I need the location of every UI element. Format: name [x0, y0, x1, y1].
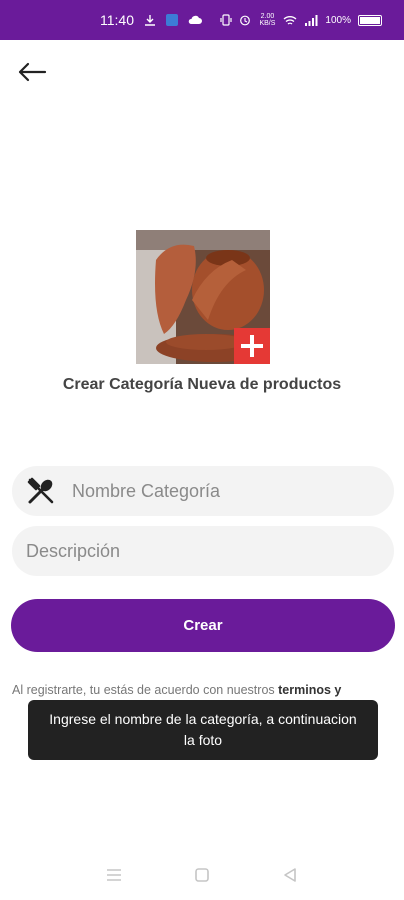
- add-image-button[interactable]: [234, 328, 270, 364]
- back-nav-button[interactable]: [275, 860, 305, 890]
- download-icon: [144, 14, 156, 26]
- category-image[interactable]: [136, 230, 270, 364]
- toast-message: Ingrese el nombre de la categoría, a con…: [28, 700, 378, 760]
- menu-button[interactable]: [99, 860, 129, 890]
- vibrate-icon: [220, 14, 233, 26]
- terms-prefix: Al registrarte, tu estás de acuerdo con …: [12, 683, 279, 697]
- home-button[interactable]: [187, 860, 217, 890]
- cloud-icon: [188, 15, 202, 25]
- status-left: 11:40: [100, 12, 202, 28]
- create-button[interactable]: Crear: [11, 599, 395, 652]
- category-name-field[interactable]: [12, 465, 394, 517]
- alarm-icon: [239, 14, 251, 26]
- description-field[interactable]: [12, 525, 394, 577]
- terms-link[interactable]: terminos y: [278, 683, 341, 697]
- app-notification-icon: [166, 14, 178, 26]
- plus-icon: [241, 335, 263, 357]
- battery-percent: 100%: [325, 14, 351, 26]
- wifi-icon: [283, 15, 297, 26]
- back-button[interactable]: [14, 56, 50, 88]
- page-title: Crear Categoría Nueva de productos: [62, 376, 342, 393]
- terms-text: Al registrarte, tu estás de acuerdo con …: [12, 683, 402, 697]
- menu-icon: [107, 869, 121, 881]
- status-right: 2.00 KB/S 100%: [220, 13, 382, 27]
- description-input[interactable]: [24, 525, 394, 577]
- signal-icon: [304, 14, 318, 26]
- data-speed: 2.00 KB/S: [259, 13, 276, 27]
- battery-icon: [358, 14, 382, 26]
- utensils-icon: [26, 475, 56, 507]
- system-nav-bar: [0, 850, 404, 900]
- arrow-left-icon: [18, 62, 47, 82]
- home-square-icon: [195, 868, 209, 882]
- triangle-back-icon: [284, 868, 296, 882]
- status-bar: 11:40 2.00 KB/S 100%: [0, 0, 404, 40]
- category-name-input[interactable]: [70, 465, 394, 517]
- status-time: 11:40: [100, 12, 134, 28]
